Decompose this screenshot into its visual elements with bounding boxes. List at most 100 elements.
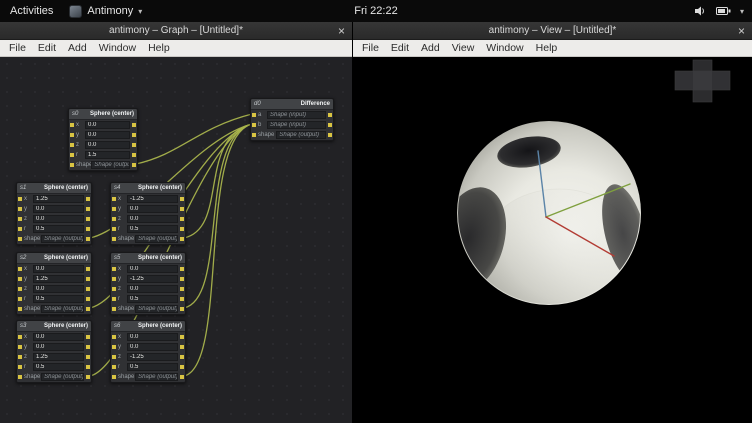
- menu-help[interactable]: Help: [142, 42, 176, 54]
- menu-file[interactable]: File: [3, 42, 32, 54]
- output-port[interactable]: [180, 355, 184, 359]
- output-port[interactable]: [132, 123, 136, 127]
- output-port[interactable]: [132, 143, 136, 147]
- output-port[interactable]: [180, 307, 184, 311]
- input-port[interactable]: [18, 207, 22, 211]
- 3d-viewport[interactable]: [353, 57, 752, 423]
- graph-node-s6[interactable]: s6Sphere (center)x0.0y0.0z-1.25r0.5shape…: [110, 320, 186, 383]
- output-port[interactable]: [86, 277, 90, 281]
- activities-button[interactable]: Activities: [10, 5, 53, 17]
- input-port[interactable]: [18, 375, 22, 379]
- datum-value[interactable]: 0.0: [33, 343, 84, 351]
- output-port[interactable]: [86, 197, 90, 201]
- input-port[interactable]: [112, 277, 116, 281]
- input-port[interactable]: [18, 345, 22, 349]
- menu-window[interactable]: Window: [480, 42, 529, 54]
- menu-add[interactable]: Add: [62, 42, 93, 54]
- input-port[interactable]: [112, 287, 116, 291]
- input-port[interactable]: [112, 267, 116, 271]
- datum-value[interactable]: 0.0: [127, 265, 178, 273]
- input-port[interactable]: [112, 345, 116, 349]
- datum-value[interactable]: 0.0: [127, 215, 178, 223]
- node-header[interactable]: s5Sphere (center): [111, 253, 185, 264]
- input-port[interactable]: [112, 227, 116, 231]
- datum-value[interactable]: -1.25: [127, 195, 178, 203]
- graph-node-s2[interactable]: s2Sphere (center)x0.0y1.25z0.0r0.5shapeS…: [16, 252, 92, 315]
- output-port[interactable]: [86, 365, 90, 369]
- input-port[interactable]: [112, 197, 116, 201]
- output-port[interactable]: [86, 287, 90, 291]
- input-port[interactable]: [112, 365, 116, 369]
- datum-value[interactable]: Shape (input): [267, 111, 326, 119]
- menu-add[interactable]: Add: [415, 42, 446, 54]
- node-header[interactable]: s0Sphere (center): [69, 109, 137, 120]
- datum-value[interactable]: 1.25: [33, 353, 84, 361]
- close-icon[interactable]: ×: [738, 22, 745, 40]
- datum-value[interactable]: 0.0: [127, 333, 178, 341]
- output-port[interactable]: [86, 207, 90, 211]
- input-port[interactable]: [18, 355, 22, 359]
- menu-file[interactable]: File: [356, 42, 385, 54]
- datum-value[interactable]: 0.5: [127, 295, 178, 303]
- output-port[interactable]: [180, 227, 184, 231]
- datum-value[interactable]: 0.0: [33, 333, 84, 341]
- datum-value[interactable]: 0.0: [127, 343, 178, 351]
- input-port[interactable]: [252, 113, 256, 117]
- graph-node-s0[interactable]: s0Sphere (center)x0.0y0.0z0.0r1.5shapeSh…: [68, 108, 138, 171]
- datum-value[interactable]: Shape (output): [41, 373, 84, 381]
- output-port[interactable]: [180, 237, 184, 241]
- output-port[interactable]: [86, 355, 90, 359]
- datum-value[interactable]: Shape (output): [276, 131, 326, 139]
- datum-value[interactable]: 0.0: [33, 205, 84, 213]
- graph-titlebar[interactable]: antimony – Graph – [Untitled]* ×: [0, 22, 352, 40]
- output-port[interactable]: [180, 287, 184, 291]
- input-port[interactable]: [70, 143, 74, 147]
- output-port[interactable]: [86, 375, 90, 379]
- output-port[interactable]: [86, 227, 90, 231]
- input-port[interactable]: [70, 163, 74, 167]
- graph-node-s1[interactable]: s1Sphere (center)x1.25y0.0z0.0r0.5shapeS…: [16, 182, 92, 245]
- node-header[interactable]: s2Sphere (center): [17, 253, 91, 264]
- datum-value[interactable]: 0.5: [33, 363, 84, 371]
- menu-edit[interactable]: Edit: [385, 42, 415, 54]
- system-tray[interactable]: ▾: [694, 0, 744, 22]
- input-port[interactable]: [252, 123, 256, 127]
- datum-value[interactable]: -1.25: [127, 275, 178, 283]
- input-port[interactable]: [112, 307, 116, 311]
- datum-value[interactable]: Shape (output): [41, 305, 84, 313]
- output-port[interactable]: [86, 297, 90, 301]
- output-port[interactable]: [180, 345, 184, 349]
- view-navigation-cross[interactable]: [675, 60, 730, 102]
- input-port[interactable]: [112, 217, 116, 221]
- datum-value[interactable]: 0.5: [33, 295, 84, 303]
- datum-value[interactable]: 1.25: [33, 195, 84, 203]
- datum-value[interactable]: Shape (output): [135, 305, 178, 313]
- input-port[interactable]: [18, 277, 22, 281]
- input-port[interactable]: [18, 237, 22, 241]
- datum-value[interactable]: 0.5: [127, 225, 178, 233]
- datum-value[interactable]: 0.0: [33, 265, 84, 273]
- input-port[interactable]: [70, 133, 74, 137]
- output-port[interactable]: [180, 217, 184, 221]
- view-titlebar[interactable]: antimony – View – [Untitled]* ×: [353, 22, 752, 40]
- input-port[interactable]: [112, 335, 116, 339]
- clock[interactable]: Fri 22:22: [354, 0, 397, 22]
- datum-value[interactable]: 0.0: [33, 285, 84, 293]
- input-port[interactable]: [18, 365, 22, 369]
- output-port[interactable]: [180, 207, 184, 211]
- datum-value[interactable]: Shape (input): [267, 121, 326, 129]
- input-port[interactable]: [18, 287, 22, 291]
- node-header[interactable]: d0Difference: [251, 99, 333, 110]
- input-port[interactable]: [18, 335, 22, 339]
- graph-node-s4[interactable]: s4Sphere (center)x-1.25y0.0z0.0r0.5shape…: [110, 182, 186, 245]
- input-port[interactable]: [70, 123, 74, 127]
- input-port[interactable]: [18, 217, 22, 221]
- datum-value[interactable]: 0.0: [33, 215, 84, 223]
- datum-value[interactable]: 0.5: [33, 225, 84, 233]
- output-port[interactable]: [86, 217, 90, 221]
- input-port[interactable]: [18, 297, 22, 301]
- input-port[interactable]: [18, 307, 22, 311]
- input-port[interactable]: [112, 375, 116, 379]
- node-header[interactable]: s1Sphere (center): [17, 183, 91, 194]
- input-port[interactable]: [18, 267, 22, 271]
